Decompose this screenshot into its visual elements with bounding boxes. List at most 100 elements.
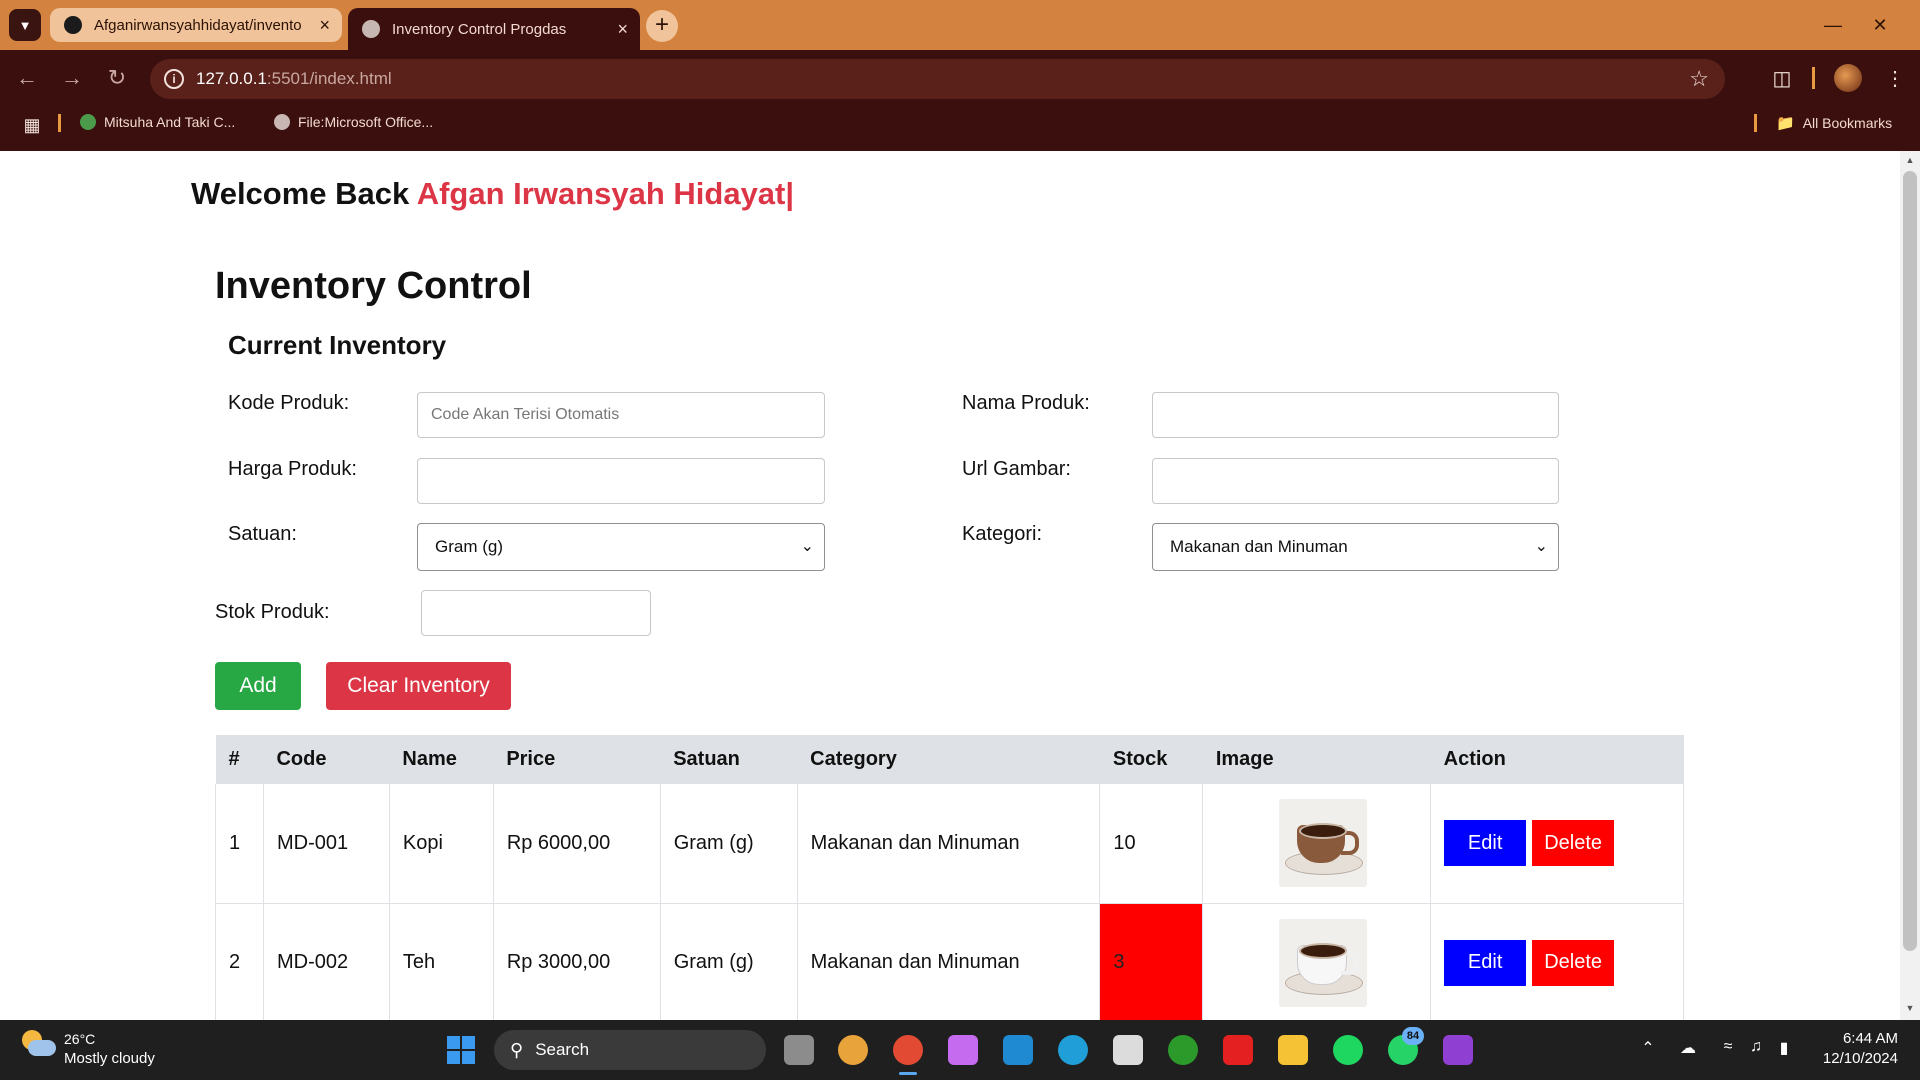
clear-inventory-button[interactable]: Clear Inventory (326, 662, 511, 710)
tab-inventory[interactable]: Inventory Control Progdas × (348, 8, 640, 50)
close-icon[interactable]: × (617, 20, 628, 38)
forward-arrow-icon[interactable]: → (57, 63, 87, 93)
edge-icon[interactable] (1058, 1035, 1088, 1065)
edit-button[interactable]: Edit (1444, 820, 1527, 867)
spotify-icon[interactable] (1333, 1035, 1363, 1065)
url-host: 127.0.0.1 (196, 69, 267, 88)
scroll-up-arrow-icon[interactable]: ▲ (1903, 155, 1917, 165)
cell-category: Makanan dan Minuman (797, 784, 1101, 904)
chevron-down-icon: ▼ (18, 17, 32, 33)
xbox-icon[interactable] (1168, 1035, 1198, 1065)
clock-time[interactable]: 6:44 AM (1838, 1030, 1898, 1047)
section-title: Current Inventory (228, 330, 447, 360)
coffee-cup-image (1279, 799, 1368, 888)
header-name: Name (389, 735, 494, 784)
cell-stock: 10 (1099, 784, 1204, 904)
satuan-select[interactable]: Gram (g) ⌄ (417, 523, 825, 571)
header-satuan: Satuan (660, 735, 798, 784)
taskbar-search[interactable]: ⚲ Search (494, 1030, 766, 1070)
vscode-icon[interactable] (1003, 1035, 1033, 1065)
stok-produk-input[interactable] (421, 590, 651, 636)
url-gambar-label: Url Gambar: (962, 458, 1071, 480)
menu-kebab-icon[interactable]: ⋮ (1880, 64, 1910, 94)
profile-avatar[interactable] (1834, 64, 1862, 92)
bookmark-star-icon[interactable]: ☆ (1689, 66, 1709, 92)
cell-stock-low: 3 (1099, 903, 1204, 1023)
bookmark-microsoft-office[interactable]: File:Microsoft Office... (274, 114, 433, 130)
site-info-icon[interactable]: i (164, 69, 184, 89)
header-action: Action (1430, 735, 1684, 784)
cell-image (1202, 784, 1432, 904)
new-tab-button[interactable]: + (646, 10, 678, 42)
app-icon[interactable] (1443, 1035, 1473, 1065)
chevron-down-icon: ⌄ (800, 538, 814, 555)
tab-search-button[interactable]: ▼ (9, 9, 41, 41)
back-arrow-icon[interactable]: ← (12, 63, 42, 93)
tab-github[interactable]: Afganirwansyahhidayat/invento × (50, 8, 342, 42)
reload-icon[interactable]: ↻ (102, 63, 132, 93)
extensions-icon[interactable]: ◫ (1767, 64, 1797, 94)
weather-temperature[interactable]: 26°C (64, 1031, 95, 1047)
weather-cloudy-icon[interactable] (22, 1030, 56, 1060)
wifi-icon[interactable]: ≈ (1716, 1038, 1740, 1056)
url-gambar-input[interactable] (1152, 458, 1559, 504)
app-icon[interactable] (838, 1035, 868, 1065)
cell-code: MD-001 (263, 784, 390, 904)
harga-produk-input[interactable] (417, 458, 825, 504)
header-image: Image (1202, 735, 1431, 784)
onedrive-icon[interactable]: ☁ (1676, 1038, 1700, 1058)
nama-produk-label: Nama Produk: (962, 392, 1090, 414)
chevron-up-icon[interactable]: ⌃ (1636, 1038, 1660, 1058)
table-header-row: # Code Name Price Satuan Category Stock … (215, 735, 1684, 784)
header-category: Category (797, 735, 1100, 784)
battery-icon[interactable]: ▮ (1772, 1038, 1796, 1058)
cell-action: Edit Delete (1430, 784, 1684, 904)
bookmark-label: Mitsuha And Taki C... (104, 114, 236, 130)
tab-title: Afganirwansyahhidayat/invento (94, 16, 302, 34)
all-bookmarks-button[interactable]: 📁 All Bookmarks (1776, 114, 1892, 132)
cell-image (1202, 903, 1432, 1023)
whatsapp-badge: 84 (1402, 1027, 1424, 1045)
cell-satuan: Gram (g) (660, 784, 798, 904)
close-window-icon[interactable]: ✕ (1860, 10, 1900, 40)
bookmark-label: File:Microsoft Office... (298, 114, 434, 130)
volume-icon[interactable]: ♫ (1744, 1038, 1768, 1056)
harga-produk-label: Harga Produk: (228, 458, 357, 480)
bookmark-separator (1754, 114, 1757, 132)
scrollbar-thumb[interactable] (1903, 171, 1917, 951)
weather-description[interactable]: Mostly cloudy (64, 1050, 155, 1067)
table-row: 2 MD-002 Teh Rp 3000,00 Gram (g) Makanan… (215, 903, 1684, 1023)
close-icon[interactable]: × (319, 16, 330, 34)
satuan-selected-value: Gram (g) (435, 537, 503, 556)
kode-produk-input[interactable] (417, 392, 825, 438)
bookmark-mitsuha[interactable]: Mitsuha And Taki C... (80, 114, 235, 130)
delete-button[interactable]: Delete (1532, 820, 1615, 867)
welcome-message: Welcome Back Afgan Irwansyah Hidayat| (191, 176, 794, 212)
cell-name: Teh (389, 903, 494, 1023)
cell-no: 2 (215, 903, 264, 1023)
chrome-icon[interactable] (893, 1035, 923, 1065)
url-path: :5501/index.html (266, 69, 392, 88)
store-icon[interactable] (1113, 1035, 1143, 1065)
search-icon: ⚲ (510, 1039, 524, 1060)
apps-grid-icon[interactable]: ▦ (17, 110, 47, 140)
scroll-down-arrow-icon[interactable]: ▼ (1903, 1003, 1917, 1013)
nama-produk-input[interactable] (1152, 392, 1559, 438)
restore-icon[interactable] (1814, 10, 1854, 40)
header-code: Code (263, 735, 390, 784)
windows-start-icon[interactable] (447, 1036, 475, 1064)
inventory-table: # Code Name Price Satuan Category Stock … (215, 735, 1684, 1023)
toolbar-separator (1812, 67, 1815, 89)
task-view-icon[interactable] (784, 1035, 814, 1065)
file-explorer-icon[interactable] (1278, 1035, 1308, 1065)
cell-action: Edit Delete (1430, 903, 1684, 1023)
address-bar[interactable]: i 127.0.0.1:5501/index.html ☆ (150, 59, 1725, 99)
copilot-icon[interactable] (948, 1035, 978, 1065)
delete-button[interactable]: Delete (1532, 939, 1615, 986)
cell-price: Rp 6000,00 (493, 784, 661, 904)
clock-date[interactable]: 12/10/2024 (1808, 1050, 1898, 1067)
add-button[interactable]: Add (215, 662, 301, 710)
edit-button[interactable]: Edit (1444, 939, 1527, 986)
youtube-icon[interactable] (1223, 1035, 1253, 1065)
kategori-select[interactable]: Makanan dan Minuman ⌄ (1152, 523, 1559, 571)
